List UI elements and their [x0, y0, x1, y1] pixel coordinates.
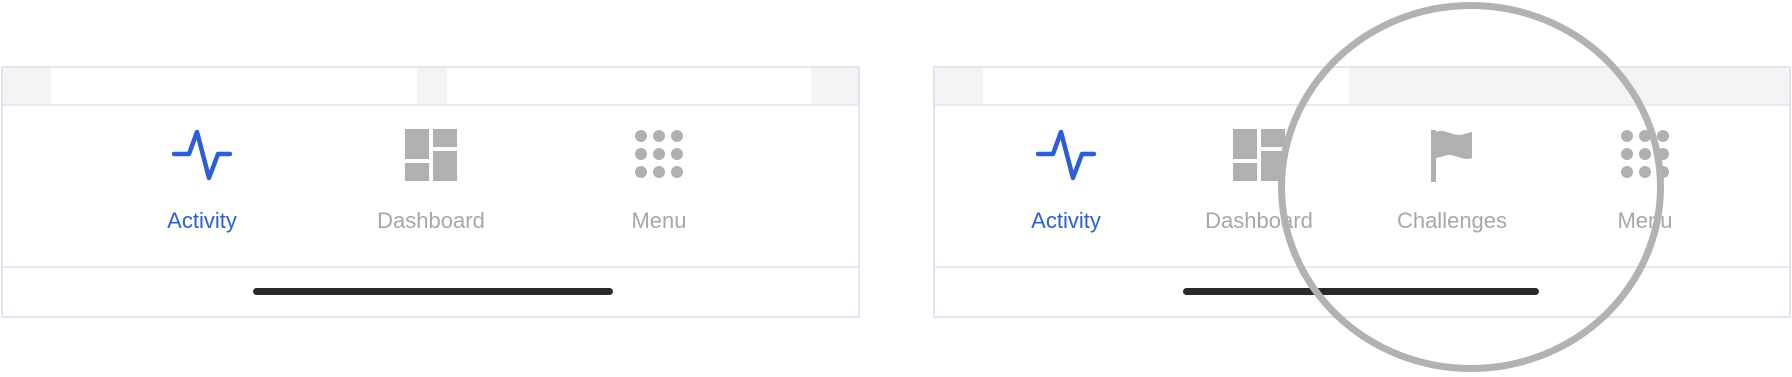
top-strip	[811, 68, 858, 104]
tab-label: Activity	[1031, 208, 1101, 233]
top-strip-content	[51, 68, 417, 104]
activity-pulse-icon	[172, 129, 232, 181]
tab-label: Activity	[167, 208, 237, 233]
tab-menu[interactable]: Menu	[579, 128, 739, 238]
divider	[3, 266, 858, 268]
activity-pulse-icon	[1036, 129, 1096, 181]
home-indicator	[253, 288, 613, 295]
tab-dashboard[interactable]: Dashboard	[351, 128, 511, 238]
tab-label: Menu	[631, 208, 687, 233]
top-strip	[935, 68, 983, 104]
top-strip-content	[983, 68, 1349, 104]
divider	[3, 104, 858, 106]
tab-activity[interactable]: Activity	[986, 128, 1146, 238]
tab-activity[interactable]: Activity	[122, 128, 282, 238]
menu-dots-icon	[635, 130, 683, 178]
highlight-circle	[1278, 2, 1664, 372]
tab-bar-before: Activity Dashboard Menu	[1, 66, 860, 318]
top-strip	[417, 68, 447, 104]
tab-label: Dashboard	[377, 208, 485, 233]
dashboard-grid-icon	[405, 129, 457, 181]
top-strip-content	[447, 68, 811, 104]
top-strip	[3, 68, 51, 104]
